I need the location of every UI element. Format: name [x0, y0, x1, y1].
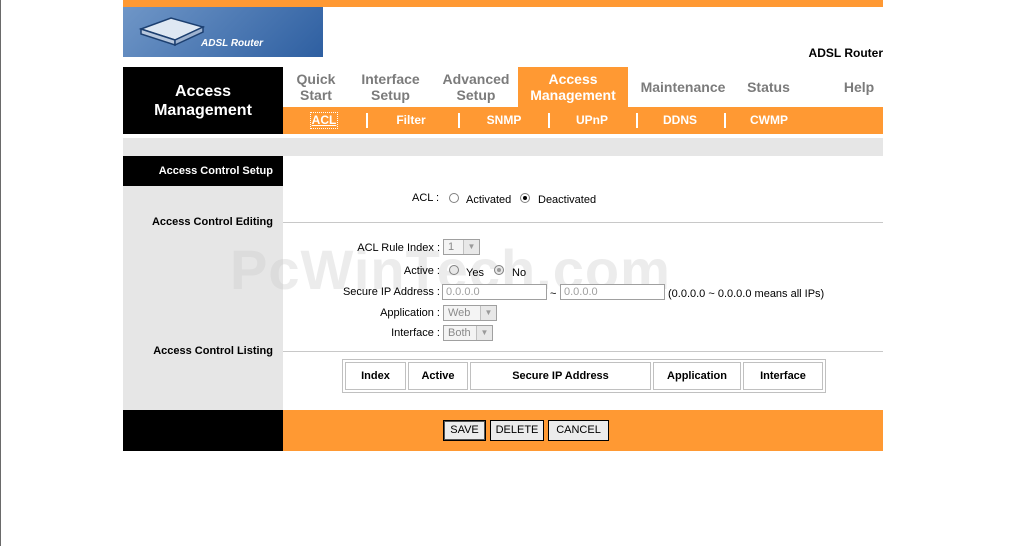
acl-label: ACL :	[412, 192, 440, 204]
chevron-down-icon: ▼	[463, 240, 479, 254]
column-active: Active	[408, 362, 468, 390]
nav-label: Advanced	[442, 71, 510, 87]
nav-label: Management	[530, 87, 616, 103]
acl-deactivated-label: Deactivated	[538, 194, 597, 206]
separator-band	[123, 138, 883, 156]
interface-label: Interface :	[391, 327, 440, 339]
active-no-label: No	[512, 267, 527, 279]
nav-help[interactable]: Help	[835, 67, 883, 107]
application-label: Application :	[380, 307, 440, 319]
delete-button[interactable]: DELETE	[490, 420, 544, 441]
access-control-editing-label: Access Control Editing	[151, 216, 273, 228]
nav-label: Interface	[361, 71, 420, 87]
application-value: Web	[448, 307, 471, 319]
subnav-upnp[interactable]: UPnP	[563, 113, 621, 128]
nav-interface-setup[interactable]: Interface Setup	[353, 67, 428, 107]
subnav-acl[interactable]: ACL	[310, 112, 338, 129]
subnav-separator	[548, 113, 550, 128]
active-label: Active :	[403, 265, 440, 277]
subnav-snmp[interactable]: SNMP	[475, 113, 533, 128]
nav-status[interactable]: Status	[741, 67, 796, 107]
ip-hint: (0.0.0.0 ~ 0.0.0.0 means all IPs)	[668, 288, 825, 300]
nav-label: Quick	[296, 71, 336, 87]
interface-value: Both	[448, 327, 471, 339]
secure-ip-start-input[interactable]: 0.0.0.0	[442, 284, 547, 300]
acl-rule-index-select[interactable]: 1 ▼	[443, 239, 480, 255]
cancel-button[interactable]: CANCEL	[548, 420, 609, 441]
top-accent-strip	[123, 0, 883, 7]
divider	[283, 222, 883, 223]
nav-quick-start[interactable]: Quick Start	[283, 67, 349, 107]
subnav-ddns[interactable]: DDNS	[651, 113, 709, 128]
column-index: Index	[345, 362, 406, 390]
subnav-filter[interactable]: Filter	[383, 113, 439, 128]
nav-label: Setup	[371, 87, 410, 103]
sub-nav: ACL Filter SNMP UPnP DDNS CWMP	[283, 107, 883, 134]
product-name: ADSL Router	[808, 46, 883, 60]
chevron-down-icon: ▼	[476, 326, 492, 340]
secure-ip-label: Secure IP Address :	[342, 286, 440, 298]
access-control-table: Index Active Secure IP Address Applicati…	[342, 359, 826, 393]
nav-label: Access	[548, 71, 598, 87]
subnav-cwmp[interactable]: CWMP	[739, 113, 799, 128]
footer-left	[123, 410, 283, 451]
ip-range-separator: ~	[550, 288, 557, 300]
save-button[interactable]: SAVE	[443, 420, 486, 441]
secure-ip-end-input[interactable]: 0.0.0.0	[560, 284, 665, 300]
subnav-separator	[636, 113, 638, 128]
column-application: Application	[653, 362, 741, 390]
nav-maintenance[interactable]: Maintenance	[633, 67, 733, 107]
subnav-separator	[366, 113, 368, 128]
column-secure-ip: Secure IP Address	[470, 362, 651, 390]
window-left-border	[0, 0, 1, 546]
acl-rule-index-value: 1	[448, 241, 455, 253]
main-nav: Quick Start Interface Setup Advanced Setup …	[283, 67, 883, 107]
section-title-line2: Management	[154, 101, 252, 119]
acl-activated-label: Activated	[466, 194, 512, 206]
nav-label: Maintenance	[640, 79, 726, 95]
active-yes-label: Yes	[466, 267, 484, 279]
nav-advanced-setup[interactable]: Advanced Setup	[436, 67, 516, 107]
chevron-down-icon: ▼	[480, 306, 496, 320]
interface-select[interactable]: Both ▼	[443, 325, 493, 341]
subnav-separator	[458, 113, 460, 128]
access-control-setup-header: Access Control Setup	[123, 156, 283, 186]
active-yes-radio[interactable]	[449, 265, 459, 275]
column-interface: Interface	[743, 362, 823, 390]
nav-label: Setup	[456, 87, 496, 103]
access-control-listing-label: Access Control Listing	[153, 345, 273, 357]
router-device-icon	[138, 17, 206, 47]
nav-label: Help	[843, 79, 875, 95]
acl-rule-index-label: ACL Rule Index :	[357, 242, 440, 254]
nav-label: Status	[747, 79, 790, 95]
nav-label: Start	[300, 87, 332, 103]
acl-deactivated-radio[interactable]	[520, 193, 530, 203]
section-title: Access Management	[123, 67, 283, 134]
section-title-line1: Access	[174, 82, 232, 100]
logo-text: ADSL Router	[201, 38, 264, 49]
active-no-radio[interactable]	[494, 265, 504, 275]
divider	[283, 351, 883, 352]
table-header-row: Index Active Secure IP Address Applicati…	[345, 362, 823, 390]
application-select[interactable]: Web ▼	[443, 305, 497, 321]
brand-logo: ADSL Router	[123, 7, 323, 57]
acl-activated-radio[interactable]	[449, 193, 459, 203]
access-control-setup-label: Access Control Setup	[158, 165, 273, 177]
nav-access-management[interactable]: Access Management	[518, 67, 628, 107]
subnav-separator	[724, 113, 726, 128]
